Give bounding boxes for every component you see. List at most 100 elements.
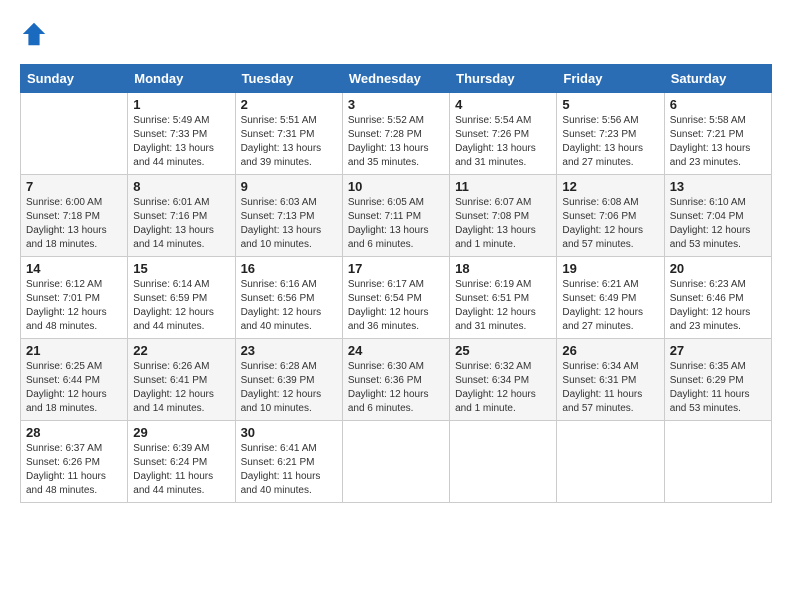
calendar-cell (21, 93, 128, 175)
day-info: Sunrise: 6:39 AMSunset: 6:24 PMDaylight:… (133, 442, 229, 498)
calendar-cell: 11Sunrise: 6:07 AMSunset: 7:08 PMDayligh… (450, 175, 557, 257)
day-info: Sunrise: 6:17 AMSunset: 6:54 PMDaylight:… (348, 278, 444, 334)
day-info: Sunrise: 6:32 AMSunset: 6:34 PMDaylight:… (455, 360, 551, 416)
day-info: Sunrise: 6:01 AMSunset: 7:16 PMDaylight:… (133, 196, 229, 252)
day-info: Sunrise: 6:05 AMSunset: 7:11 PMDaylight:… (348, 196, 444, 252)
calendar-cell: 6 Sunrise: 5:58 AMSunset: 7:21 PMDaylight… (664, 93, 771, 175)
day-number: 21 (26, 343, 122, 358)
day-info: Sunrise: 6:35 AMSunset: 6:29 PMDaylight:… (670, 360, 766, 416)
week-row-2: 7 Sunrise: 6:00 AMSunset: 7:18 PMDaylight… (21, 175, 772, 257)
calendar-cell: 1Sunrise: 5:49 AMSunset: 7:33 PMDaylight… (128, 93, 235, 175)
day-info: Sunrise: 5:54 AMSunset: 7:26 PMDaylight:… (455, 114, 551, 170)
day-number: 7 (26, 179, 122, 194)
week-row-5: 28Sunrise: 6:37 AMSunset: 6:26 PMDayligh… (21, 421, 772, 503)
calendar-cell: 14 Sunrise: 6:12 AMSunset: 7:01 PMDayligh… (21, 257, 128, 339)
day-info: Sunrise: 6:14 AMSunset: 6:59 PMDaylight:… (133, 278, 229, 334)
day-info: Sunrise: 6:03 AMSunset: 7:13 PMDaylight:… (241, 196, 337, 252)
header-day-thursday: Thursday (450, 65, 557, 93)
day-number: 30 (241, 425, 337, 440)
day-info: Sunrise: 5:51 AMSunset: 7:31 PMDaylight:… (241, 114, 337, 170)
week-row-4: 21Sunrise: 6:25 AMSunset: 6:44 PMDayligh… (21, 339, 772, 421)
day-info: Sunrise: 6:28 AMSunset: 6:39 PMDaylight:… (241, 360, 337, 416)
calendar-cell (557, 421, 664, 503)
day-number: 9 (241, 179, 337, 194)
day-number: 12 (562, 179, 658, 194)
day-number: 27 (670, 343, 766, 358)
header-day-wednesday: Wednesday (342, 65, 449, 93)
day-info: Sunrise: 6:10 AMSunset: 7:04 PMDaylight:… (670, 196, 766, 252)
day-number: 2 (241, 97, 337, 112)
calendar-cell: 28Sunrise: 6:37 AMSunset: 6:26 PMDayligh… (21, 421, 128, 503)
header-day-tuesday: Tuesday (235, 65, 342, 93)
day-number: 15 (133, 261, 229, 276)
calendar-cell: 26 Sunrise: 6:34 AMSunset: 6:31 PMDayligh… (557, 339, 664, 421)
day-info: Sunrise: 5:49 AMSunset: 7:33 PMDaylight:… (133, 114, 229, 170)
day-info: Sunrise: 6:41 AMSunset: 6:21 PMDaylight:… (241, 442, 337, 498)
calendar-cell: 19Sunrise: 6:21 AMSunset: 6:49 PMDayligh… (557, 257, 664, 339)
calendar-cell (664, 421, 771, 503)
calendar-cell: 2 Sunrise: 5:51 AMSunset: 7:31 PMDaylight… (235, 93, 342, 175)
header-day-saturday: Saturday (664, 65, 771, 93)
week-row-3: 14 Sunrise: 6:12 AMSunset: 7:01 PMDayligh… (21, 257, 772, 339)
day-number: 4 (455, 97, 551, 112)
day-number: 25 (455, 343, 551, 358)
header-day-sunday: Sunday (21, 65, 128, 93)
week-row-1: 1Sunrise: 5:49 AMSunset: 7:33 PMDaylight… (21, 93, 772, 175)
calendar-cell: 25 Sunrise: 6:32 AMSunset: 6:34 PMDayligh… (450, 339, 557, 421)
calendar-cell: 21Sunrise: 6:25 AMSunset: 6:44 PMDayligh… (21, 339, 128, 421)
calendar-cell: 17Sunrise: 6:17 AMSunset: 6:54 PMDayligh… (342, 257, 449, 339)
logo-icon (20, 20, 48, 48)
day-number: 14 (26, 261, 122, 276)
day-info: Sunrise: 6:23 AMSunset: 6:46 PMDaylight:… (670, 278, 766, 334)
calendar-cell: 5 Sunrise: 5:56 AMSunset: 7:23 PMDaylight… (557, 93, 664, 175)
day-info: Sunrise: 6:37 AMSunset: 6:26 PMDaylight:… (26, 442, 122, 498)
calendar-cell (342, 421, 449, 503)
calendar-cell: 3 Sunrise: 5:52 AMSunset: 7:28 PMDaylight… (342, 93, 449, 175)
calendar-cell: 22 Sunrise: 6:26 AMSunset: 6:41 PMDayligh… (128, 339, 235, 421)
day-info: Sunrise: 5:52 AMSunset: 7:28 PMDaylight:… (348, 114, 444, 170)
calendar-table: SundayMondayTuesdayWednesdayThursdayFrid… (20, 64, 772, 503)
calendar-cell (450, 421, 557, 503)
day-info: Sunrise: 5:56 AMSunset: 7:23 PMDaylight:… (562, 114, 658, 170)
calendar-cell: 29 Sunrise: 6:39 AMSunset: 6:24 PMDayligh… (128, 421, 235, 503)
day-number: 23 (241, 343, 337, 358)
page-header (20, 20, 772, 48)
day-number: 16 (241, 261, 337, 276)
day-number: 20 (670, 261, 766, 276)
day-number: 3 (348, 97, 444, 112)
header-day-friday: Friday (557, 65, 664, 93)
calendar-cell: 20 Sunrise: 6:23 AMSunset: 6:46 PMDayligh… (664, 257, 771, 339)
calendar-cell: 30 Sunrise: 6:41 AMSunset: 6:21 PMDayligh… (235, 421, 342, 503)
calendar-cell: 8 Sunrise: 6:01 AMSunset: 7:16 PMDaylight… (128, 175, 235, 257)
calendar-header: SundayMondayTuesdayWednesdayThursdayFrid… (21, 65, 772, 93)
day-number: 6 (670, 97, 766, 112)
calendar-cell: 24Sunrise: 6:30 AMSunset: 6:36 PMDayligh… (342, 339, 449, 421)
day-number: 11 (455, 179, 551, 194)
day-number: 18 (455, 261, 551, 276)
day-number: 24 (348, 343, 444, 358)
day-number: 26 (562, 343, 658, 358)
day-info: Sunrise: 6:26 AMSunset: 6:41 PMDaylight:… (133, 360, 229, 416)
header-day-monday: Monday (128, 65, 235, 93)
day-number: 5 (562, 97, 658, 112)
calendar-cell: 16 Sunrise: 6:16 AMSunset: 6:56 PMDayligh… (235, 257, 342, 339)
day-number: 10 (348, 179, 444, 194)
header-row: SundayMondayTuesdayWednesdayThursdayFrid… (21, 65, 772, 93)
day-number: 29 (133, 425, 229, 440)
day-number: 22 (133, 343, 229, 358)
calendar-cell: 13 Sunrise: 6:10 AMSunset: 7:04 PMDayligh… (664, 175, 771, 257)
day-info: Sunrise: 5:58 AMSunset: 7:21 PMDaylight:… (670, 114, 766, 170)
day-info: Sunrise: 6:34 AMSunset: 6:31 PMDaylight:… (562, 360, 658, 416)
calendar-cell: 23 Sunrise: 6:28 AMSunset: 6:39 PMDayligh… (235, 339, 342, 421)
day-info: Sunrise: 6:08 AMSunset: 7:06 PMDaylight:… (562, 196, 658, 252)
day-number: 19 (562, 261, 658, 276)
day-info: Sunrise: 6:00 AMSunset: 7:18 PMDaylight:… (26, 196, 122, 252)
calendar-cell: 4 Sunrise: 5:54 AMSunset: 7:26 PMDaylight… (450, 93, 557, 175)
calendar-cell: 12 Sunrise: 6:08 AMSunset: 7:06 PMDayligh… (557, 175, 664, 257)
day-number: 8 (133, 179, 229, 194)
day-info: Sunrise: 6:16 AMSunset: 6:56 PMDaylight:… (241, 278, 337, 334)
calendar-cell: 27 Sunrise: 6:35 AMSunset: 6:29 PMDayligh… (664, 339, 771, 421)
calendar-cell: 7 Sunrise: 6:00 AMSunset: 7:18 PMDaylight… (21, 175, 128, 257)
day-info: Sunrise: 6:12 AMSunset: 7:01 PMDaylight:… (26, 278, 122, 334)
day-number: 13 (670, 179, 766, 194)
